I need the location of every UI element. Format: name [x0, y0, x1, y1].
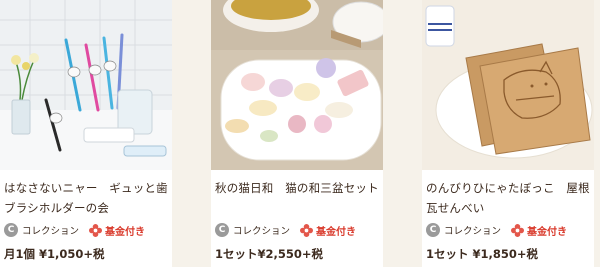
product-image[interactable] — [422, 0, 594, 170]
flower-icon — [300, 223, 314, 237]
collection-tag: C コレクション — [215, 223, 290, 237]
collection-tag: C コレクション — [4, 223, 79, 237]
product-price: 1セット ¥1,850+税 — [426, 247, 539, 261]
wasanbon-sweets-photo — [211, 0, 383, 170]
product-tags: C コレクション 基金付き — [215, 222, 366, 238]
product-price: 1セット¥2,550+税 — [215, 247, 324, 261]
flower-icon — [89, 223, 103, 237]
flower-icon — [511, 223, 525, 237]
product-title[interactable]: 秋の猫日和 猫の和三盆セット — [215, 178, 383, 198]
product-card[interactable]: 秋の猫日和 猫の和三盆セット C コレクション 基金付き 1セット¥2,550+… — [211, 0, 383, 267]
product-image[interactable] — [211, 0, 383, 170]
product-card[interactable]: のんびりひにゃたぼっこ 屋根 瓦せんべい C コレクション 基金付き 1セット … — [422, 0, 594, 267]
product-title[interactable]: はなさないニャー ギュッと歯 ブラシホルダーの会 — [4, 178, 172, 218]
collection-icon: C — [215, 223, 229, 237]
product-card[interactable]: はなさないニャー ギュッと歯 ブラシホルダーの会 C コレクション 基金付き 月… — [0, 0, 172, 267]
product-tags: C コレクション 基金付き — [426, 222, 577, 238]
collection-tag: C コレクション — [426, 223, 501, 237]
fund-tag: 基金付き — [511, 223, 567, 238]
collection-icon: C — [426, 223, 440, 237]
fund-tag: 基金付き — [300, 223, 356, 238]
fund-tag: 基金付き — [89, 223, 145, 238]
product-image[interactable] — [0, 0, 172, 170]
cat-senbei-photo — [422, 0, 594, 170]
toothbrush-holder-photo — [0, 0, 172, 170]
collection-icon: C — [4, 223, 18, 237]
product-price: 月1個 ¥1,050+税 — [4, 247, 105, 261]
product-tags: C コレクション 基金付き — [4, 222, 155, 238]
product-title[interactable]: のんびりひにゃたぼっこ 屋根 瓦せんべい — [426, 178, 594, 218]
